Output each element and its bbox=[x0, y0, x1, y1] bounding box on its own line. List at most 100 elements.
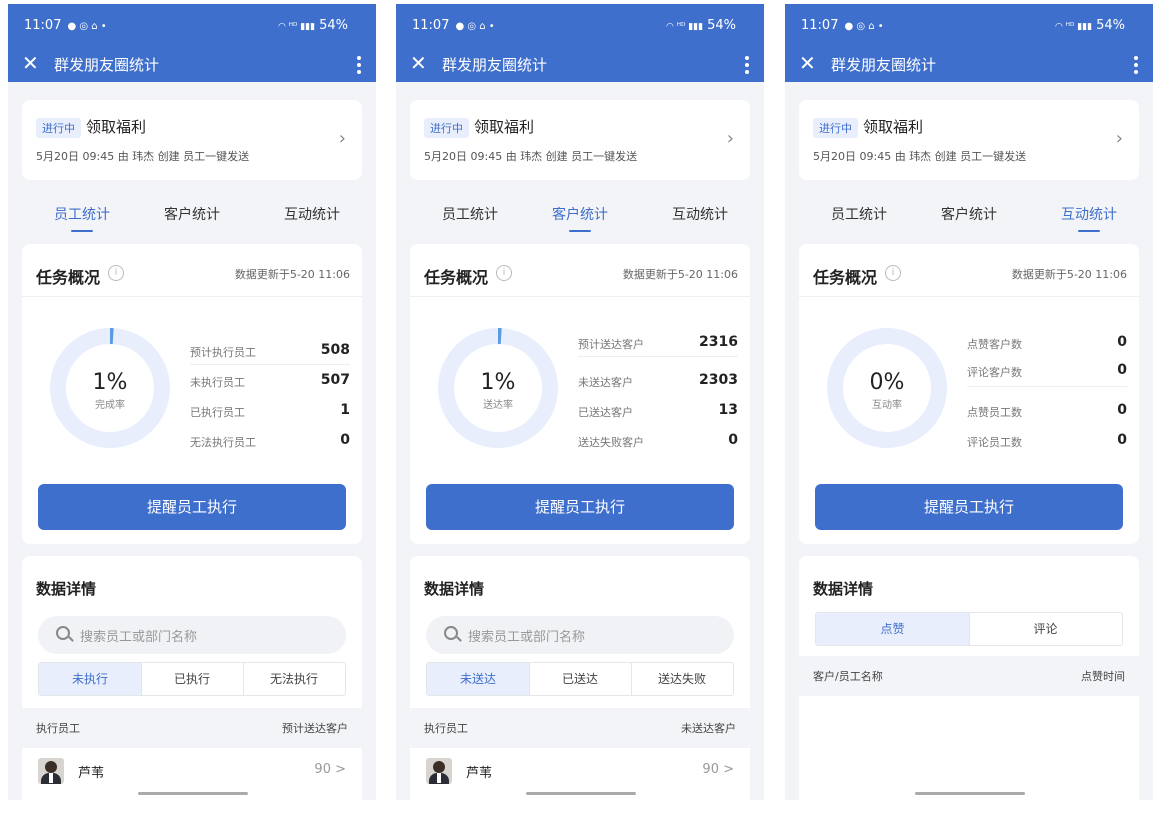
overview-card: 任务概况 i 数据更新于5-20 11:06 1% 送达率 预计送达客户 2316 未送达客户… bbox=[410, 244, 750, 544]
stats-tabs: 员工统计 客户统计 互动统计 bbox=[396, 194, 764, 238]
donut-percent: 1% bbox=[480, 370, 516, 395]
screenshot-stage: 11:07 ● ◎ ⌂ • ◠ ᴴᴰ ▮▮▮ 54% ✕ 群发朋友圈统计 进行中 领取福利 5月… bbox=[0, 0, 1174, 822]
tab-customer[interactable]: 客户统计 bbox=[132, 204, 252, 224]
signal-icons: ◠ ᴴᴰ ▮▮▮ bbox=[1055, 22, 1093, 32]
more-menu-icon[interactable] bbox=[352, 54, 366, 76]
data-update-time: 数据更新于5-20 11:06 bbox=[622, 268, 738, 281]
overview-card: 任务概况 i 数据更新于5-20 11:06 0% 互动率 点赞客户数 0 评论客户数 0 点赞员… bbox=[799, 244, 1139, 544]
detail-title: 数据详情 bbox=[813, 580, 874, 598]
nav-row: ✕ 群发朋友圈统计 bbox=[785, 48, 1153, 82]
home-indicator bbox=[526, 792, 636, 795]
stat-row: 无法执行员工 0 bbox=[190, 432, 350, 452]
task-card[interactable]: 进行中 领取福利 5月20日 09:45 由 玮杰 创建 员工一键发送 › bbox=[410, 100, 750, 180]
stat-value: 13 bbox=[718, 402, 738, 418]
signal-icons: ◠ ᴴᴰ ▮▮▮ bbox=[666, 22, 704, 32]
overview-title: 任务概况 bbox=[813, 268, 878, 287]
stat-label: 评论客户数 bbox=[967, 366, 1022, 379]
close-icon[interactable]: ✕ bbox=[410, 52, 427, 74]
stat-value: 0 bbox=[1117, 432, 1127, 448]
filter-segment[interactable]: 未执行 bbox=[39, 663, 141, 695]
stat-label: 未送达客户 bbox=[578, 376, 633, 389]
search-input[interactable]: 搜索员工或部门名称 bbox=[38, 616, 346, 654]
stat-value: 2303 bbox=[699, 372, 738, 388]
battery-level: 54% bbox=[707, 18, 736, 33]
column-header-left: 客户/员工名称 bbox=[813, 670, 883, 683]
filter-segment[interactable]: 点赞 bbox=[816, 613, 969, 645]
tab-employee[interactable]: 员工统计 bbox=[22, 204, 142, 224]
tab-employee[interactable]: 员工统计 bbox=[410, 204, 530, 224]
search-icon bbox=[444, 626, 458, 640]
stat-value: 0 bbox=[728, 432, 738, 448]
table-header: 执行员工 未送达客户 bbox=[410, 708, 750, 748]
table-row[interactable]: 芦苇 90 > bbox=[410, 752, 750, 796]
more-menu-icon[interactable] bbox=[740, 54, 754, 76]
close-icon[interactable]: ✕ bbox=[22, 52, 39, 74]
task-meta: 5月20日 09:45 由 玮杰 创建 员工一键发送 bbox=[36, 150, 250, 163]
info-icon[interactable]: i bbox=[108, 265, 124, 281]
row-name: 芦苇 bbox=[466, 766, 493, 781]
table-header: 客户/员工名称 点赞时间 bbox=[799, 656, 1139, 696]
stat-row: 点赞客户数 0 bbox=[967, 334, 1127, 354]
info-icon[interactable]: i bbox=[885, 265, 901, 281]
filter-segment[interactable]: 送达失败 bbox=[631, 663, 733, 695]
search-input[interactable]: 搜索员工或部门名称 bbox=[426, 616, 734, 654]
stat-value: 0 bbox=[1117, 362, 1127, 378]
stat-value: 2316 bbox=[699, 334, 738, 350]
task-card[interactable]: 进行中 领取福利 5月20日 09:45 由 玮杰 创建 员工一键发送 › bbox=[799, 100, 1139, 180]
donut-percent: 0% bbox=[869, 370, 905, 395]
stat-label: 无法执行员工 bbox=[190, 436, 256, 449]
stat-row: 预计送达客户 2316 bbox=[578, 334, 738, 354]
stat-row: 预计执行员工 508 bbox=[190, 342, 350, 362]
filter-segment[interactable]: 无法执行 bbox=[243, 663, 345, 695]
remind-employees-button[interactable]: 提醒员工执行 bbox=[426, 484, 734, 530]
data-detail-card: 数据详情搜索员工或部门名称未送达 已送达 送达失败执行员工 未送达客户芦苇 90 > bbox=[410, 556, 750, 800]
tab-customer[interactable]: 客户统计 bbox=[520, 204, 640, 224]
stat-label: 点赞员工数 bbox=[967, 406, 1022, 419]
overview-title: 任务概况 bbox=[36, 268, 101, 287]
row-value: 90 > bbox=[702, 762, 734, 777]
status-left: 11:07 ● ◎ ⌂ • bbox=[412, 18, 495, 33]
status-icons: ● ◎ ⌂ • bbox=[844, 21, 884, 32]
more-menu-icon[interactable] bbox=[1129, 54, 1143, 76]
filter-segment[interactable]: 已执行 bbox=[141, 663, 243, 695]
remind-employees-button[interactable]: 提醒员工执行 bbox=[38, 484, 346, 530]
close-icon[interactable]: ✕ bbox=[799, 52, 816, 74]
tab-employee[interactable]: 员工统计 bbox=[799, 204, 919, 224]
task-card[interactable]: 进行中 领取福利 5月20日 09:45 由 玮杰 创建 员工一键发送 › bbox=[22, 100, 362, 180]
stat-row: 评论员工数 0 bbox=[967, 432, 1127, 452]
stat-label: 未执行员工 bbox=[190, 376, 245, 389]
stat-divider bbox=[578, 356, 738, 357]
info-icon[interactable]: i bbox=[496, 265, 512, 281]
app-bar: 11:07 ● ◎ ⌂ • ◠ ᴴᴰ ▮▮▮ 54% ✕ 群发朋友圈统计 bbox=[785, 4, 1153, 82]
status-time: 11:07 bbox=[24, 18, 62, 33]
filter-segment[interactable]: 已送达 bbox=[529, 663, 631, 695]
empty-list bbox=[799, 696, 1139, 800]
status-right: ◠ ᴴᴰ ▮▮▮ 54% bbox=[666, 18, 736, 33]
tab-interaction[interactable]: 互动统计 bbox=[252, 204, 372, 224]
status-badge: 进行中 bbox=[813, 118, 858, 138]
task-meta: 5月20日 09:45 由 玮杰 创建 员工一键发送 bbox=[813, 150, 1027, 163]
divider bbox=[410, 296, 750, 297]
detail-title: 数据详情 bbox=[424, 580, 485, 598]
stat-row: 点赞员工数 0 bbox=[967, 402, 1127, 422]
status-icons: ● ◎ ⌂ • bbox=[455, 21, 495, 32]
status-badge: 进行中 bbox=[424, 118, 469, 138]
filter-segment[interactable]: 未送达 bbox=[427, 663, 529, 695]
active-tab-indicator bbox=[569, 230, 591, 232]
stat-row: 已执行员工 1 bbox=[190, 402, 350, 422]
stat-label: 预计送达客户 bbox=[578, 338, 644, 351]
status-left: 11:07 ● ◎ ⌂ • bbox=[24, 18, 107, 33]
filter-segment[interactable]: 评论 bbox=[969, 613, 1122, 645]
filter-segments: 未执行 已执行 无法执行 bbox=[38, 662, 346, 696]
table-row[interactable]: 芦苇 90 > bbox=[22, 752, 362, 796]
remind-employees-button[interactable]: 提醒员工执行 bbox=[815, 484, 1123, 530]
tab-customer[interactable]: 客户统计 bbox=[909, 204, 1029, 224]
donut-percent: 1% bbox=[92, 370, 128, 395]
row-value: 90 > bbox=[314, 762, 346, 777]
tab-interaction[interactable]: 互动统计 bbox=[1029, 204, 1149, 224]
stat-label: 送达失败客户 bbox=[578, 436, 644, 449]
tab-interaction[interactable]: 互动统计 bbox=[640, 204, 760, 224]
chevron-right-icon: › bbox=[1115, 128, 1123, 149]
nav-title: 群发朋友圈统计 bbox=[442, 56, 548, 74]
battery-level: 54% bbox=[319, 18, 348, 33]
